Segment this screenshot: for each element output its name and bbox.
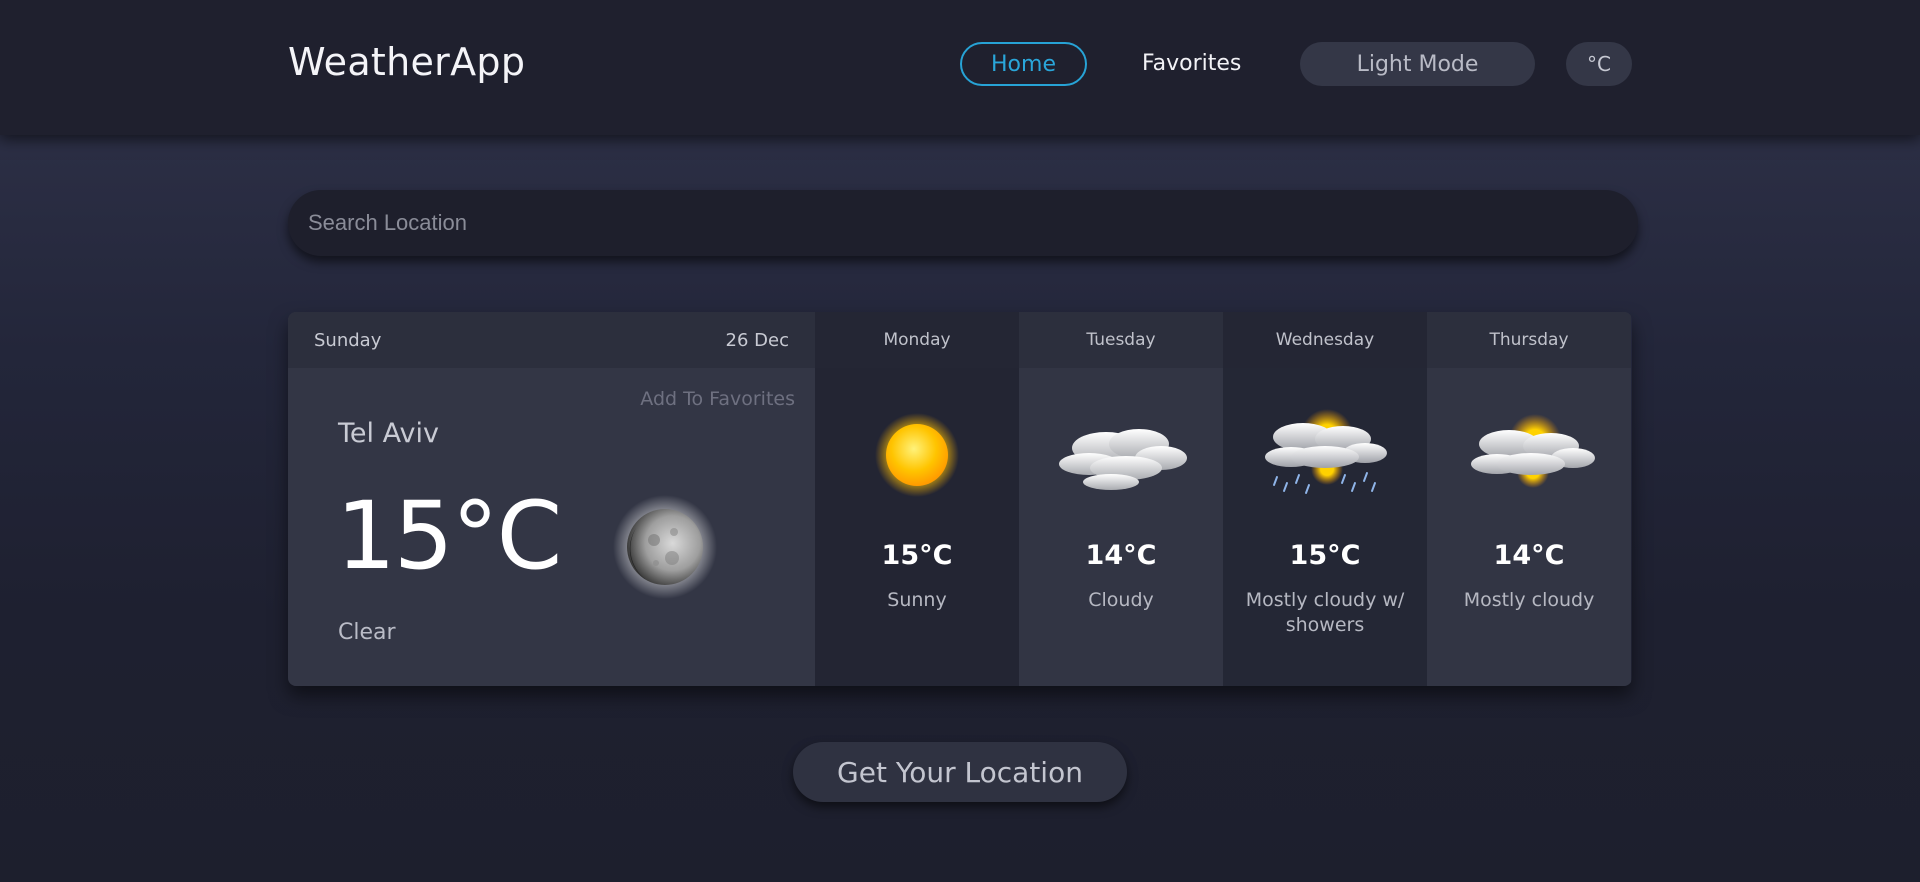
unit-toggle[interactable]: °C [1566,42,1632,86]
light-mode-toggle[interactable]: Light Mode [1300,42,1535,86]
search-input[interactable] [288,190,1638,256]
today-date: 26 Dec [725,329,789,351]
today-header: Sunday 26 Dec [288,312,815,368]
cloud-icon [1019,410,1223,500]
app-brand[interactable]: WeatherApp [288,40,525,84]
forecast-condition: Sunny [887,589,947,611]
city-name: Tel Aviv [338,418,439,449]
forecast-condition: Mostly cloudy w/ showers [1245,589,1405,636]
cloud-sun-icon [1427,410,1631,500]
forecast-day-label: Monday [815,312,1019,368]
current-temperature: 15°C [336,482,562,591]
forecast-temperature: 14°C [1493,540,1565,571]
forecast-temperature: 14°C [1085,540,1157,571]
forecast-day-label: Tuesday [1019,312,1223,368]
get-location-button[interactable]: Get Your Location [793,742,1127,802]
cloud-sun-rain-icon [1223,409,1427,500]
forecast-temperature: 15°C [1289,540,1361,571]
forecast-day-label: Thursday [1427,312,1631,368]
current-condition: Clear [338,620,396,645]
sun-icon [815,410,1019,500]
forecast-day-monday: Monday 15°C Sunny [815,312,1019,686]
forecast-day-tuesday: Tuesday 14°C Cloudy [1019,312,1223,686]
forecast-day-wednesday: Wednesday 15°C Mostly cloudy w/ showers [1223,312,1427,686]
nav-favorites-link[interactable]: Favorites [1142,46,1241,80]
add-to-favorites-button[interactable]: Add To Favorites [640,388,795,410]
forecast-condition: Mostly cloudy [1463,589,1595,611]
forecast-day-thursday: Thursday 14°C Mostly cloudy [1427,312,1631,686]
forecast-temperature: 15°C [881,540,953,571]
today-panel: Sunday 26 Dec Add To Favorites Tel Aviv … [288,312,815,686]
weather-card: Sunday 26 Dec Add To Favorites Tel Aviv … [288,312,1632,686]
today-day: Sunday [314,329,382,351]
app-header: WeatherApp Home Favorites Light Mode °C [0,0,1920,135]
forecast-day-label: Wednesday [1223,312,1427,368]
moon-icon [606,488,724,606]
nav-home-button[interactable]: Home [960,42,1087,86]
forecast-condition: Cloudy [1088,589,1154,611]
